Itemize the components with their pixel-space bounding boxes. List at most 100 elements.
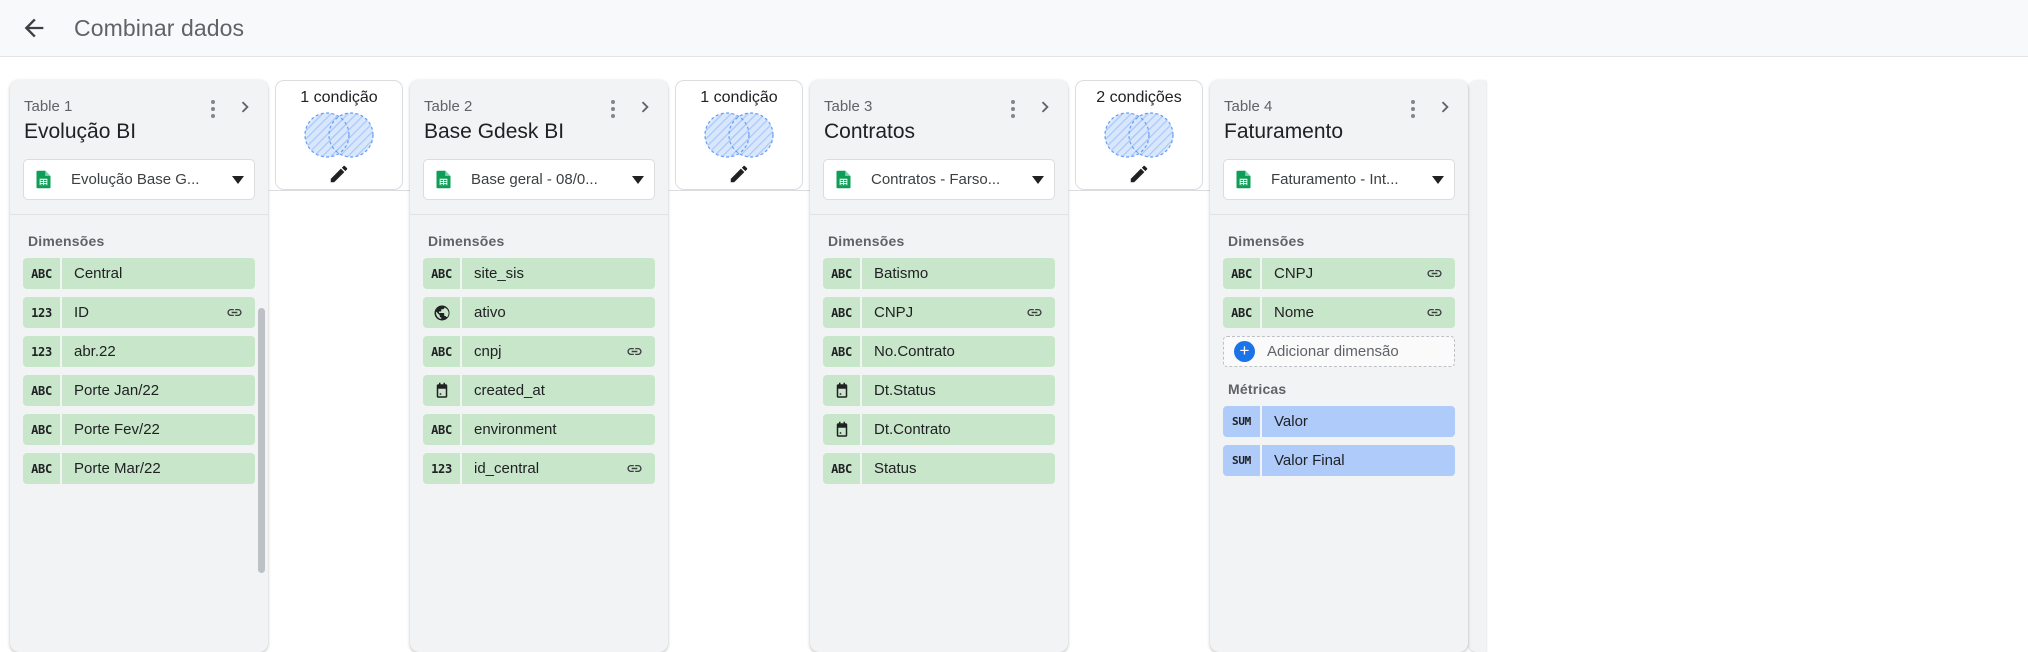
dimension-chip[interactable]: ABC CNPJ (1223, 258, 1455, 289)
metrics-label: Métricas (1228, 381, 1287, 397)
table-card-header: Table 4 Faturamento (1210, 80, 1468, 146)
condition-count-label: 2 condições (1096, 89, 1182, 106)
join-key-link-icon (1426, 304, 1455, 321)
dimension-chip[interactable]: Dt.Status (823, 375, 1055, 406)
dimension-chip[interactable]: Dt.Contrato (823, 414, 1055, 445)
join-key-link-icon (1026, 304, 1055, 321)
table-card-4: Table 4 Faturamento Faturamento - Int... Di… (1210, 80, 1468, 652)
data-source-selector[interactable]: Faturamento - Int... (1223, 159, 1455, 200)
chevron-down-icon (1432, 175, 1444, 184)
dimension-name: id_central (474, 460, 540, 477)
join-condition-card[interactable]: 2 condições (1075, 80, 1203, 190)
google-sheets-icon (833, 169, 854, 190)
field-type-badge: ABC (823, 453, 862, 484)
dimension-name: created_at (474, 382, 545, 399)
field-lists: Dimensões ABC CNPJ ABC Nome + Adicionar dimens… (1210, 215, 1468, 476)
dimension-name: Dt.Status (874, 382, 936, 399)
table-name: Base Gdesk BI (424, 120, 565, 143)
more-options-button[interactable] (200, 96, 226, 122)
venn-diagram-icon (1100, 110, 1178, 165)
dimension-chip[interactable]: ABC site_sis (423, 258, 655, 289)
field-type-badge: ABC (423, 414, 462, 445)
field-type-badge: ABC (823, 258, 862, 289)
data-source-selector[interactable]: Base geral - 08/0... (423, 159, 655, 200)
metric-chip[interactable]: SUM Valor (1223, 406, 1455, 437)
back-button[interactable] (10, 4, 58, 52)
join-condition-card[interactable]: 1 condição (675, 80, 803, 190)
table-card-header: Table 1 Evolução BI (10, 80, 268, 146)
dimension-chip[interactable]: ABC Porte Mar/22 (23, 453, 255, 484)
venn-diagram-icon (300, 110, 378, 165)
pencil-icon[interactable] (328, 163, 350, 190)
expand-table-button[interactable] (1032, 96, 1058, 122)
app-header: Combinar dados (0, 0, 2028, 57)
pencil-icon[interactable] (1128, 163, 1150, 190)
data-source-selector[interactable]: Contratos - Farso... (823, 159, 1055, 200)
dimension-chip[interactable]: 123 ID (23, 297, 255, 328)
dimension-name: ativo (474, 304, 506, 321)
dimension-chip[interactable]: ABC Status (823, 453, 1055, 484)
data-source-name: Base geral - 08/0... (471, 171, 598, 188)
dimension-name: Central (74, 265, 123, 282)
dimension-chip[interactable]: ABC Central (23, 258, 255, 289)
dimension-chip[interactable]: ABC Batismo (823, 258, 1055, 289)
table-card-header: Table 2 Base Gdesk BI (410, 80, 668, 146)
pencil-icon[interactable] (728, 163, 750, 190)
table-card-actions (600, 96, 658, 122)
join-condition-card[interactable]: 1 condição (275, 80, 403, 190)
more-options-button[interactable] (600, 96, 626, 122)
field-lists: Dimensões ABC Central 123 ID 123 abr.22 ABC Port… (10, 215, 268, 484)
dimensions-label: Dimensões (828, 233, 905, 249)
metric-chip[interactable]: SUM Valor Final (1223, 445, 1455, 476)
dimension-name: Nome (1274, 304, 1315, 321)
dimension-chip[interactable]: ABC No.Contrato (823, 336, 1055, 367)
more-vert-icon (611, 100, 615, 118)
dimensions-label: Dimensões (28, 233, 105, 249)
expand-table-button[interactable] (632, 96, 658, 122)
data-source-name: Contratos - Farso... (871, 171, 1001, 188)
join-connector-1: 1 condição (268, 80, 410, 652)
data-source-selector[interactable]: Evolução Base G... (23, 159, 255, 200)
dimension-chip[interactable]: 123 abr.22 (23, 336, 255, 367)
dimension-chip[interactable]: ativo (423, 297, 655, 328)
dimension-name: Batismo (874, 265, 929, 282)
add-dimension-button[interactable]: + Adicionar dimensão (1223, 336, 1455, 367)
join-key-link-icon (1426, 265, 1455, 282)
arrow-left-icon (20, 14, 48, 42)
data-source-name: Faturamento - Int... (1271, 171, 1399, 188)
more-options-button[interactable] (1000, 96, 1026, 122)
field-list-scrollbar[interactable] (257, 308, 265, 652)
connector-line (668, 190, 810, 191)
field-type-badge: ABC (23, 375, 62, 406)
expand-table-button[interactable] (232, 96, 258, 122)
table-card-actions (1000, 96, 1058, 122)
table-name: Evolução BI (24, 120, 137, 143)
scrollbar-thumb[interactable] (258, 308, 265, 573)
field-type-badge: 123 (23, 297, 62, 328)
table-card-3: Table 3 Contratos Contratos - Farso... Dime… (810, 80, 1068, 652)
dimension-chip[interactable]: ABC Porte Jan/22 (23, 375, 255, 406)
more-options-button[interactable] (1400, 96, 1426, 122)
data-source-name: Evolução Base G... (71, 171, 200, 188)
metric-name: Valor (1274, 413, 1308, 430)
dimension-chip[interactable]: ABC CNPJ (823, 297, 1055, 328)
dimension-name: environment (474, 421, 557, 438)
field-type-globe-icon (423, 297, 462, 328)
dimension-chip[interactable]: ABC cnpj (423, 336, 655, 367)
join-connector-2: 1 condição (668, 80, 810, 652)
dimension-name: Porte Fev/22 (74, 421, 160, 438)
more-vert-icon (1011, 100, 1015, 118)
table-card-5-partial[interactable] (1468, 80, 1486, 652)
dimension-chip[interactable]: ABC Nome (1223, 297, 1455, 328)
google-sheets-icon (1233, 169, 1254, 190)
dimension-chip[interactable]: created_at (423, 375, 655, 406)
expand-table-button[interactable] (1432, 96, 1458, 122)
add-dimension-label: Adicionar dimensão (1267, 343, 1399, 360)
dimension-chip[interactable]: 123 id_central (423, 453, 655, 484)
dimension-chip[interactable]: ABC Porte Fev/22 (23, 414, 255, 445)
dimension-chip[interactable]: ABC environment (423, 414, 655, 445)
table-name: Faturamento (1224, 120, 1344, 143)
google-sheets-icon (433, 169, 454, 190)
blend-canvas: Table 1 Evolução BI Evolução Base G... Dime… (0, 57, 2028, 652)
blend-flow: Table 1 Evolução BI Evolução Base G... Dime… (0, 57, 1486, 652)
